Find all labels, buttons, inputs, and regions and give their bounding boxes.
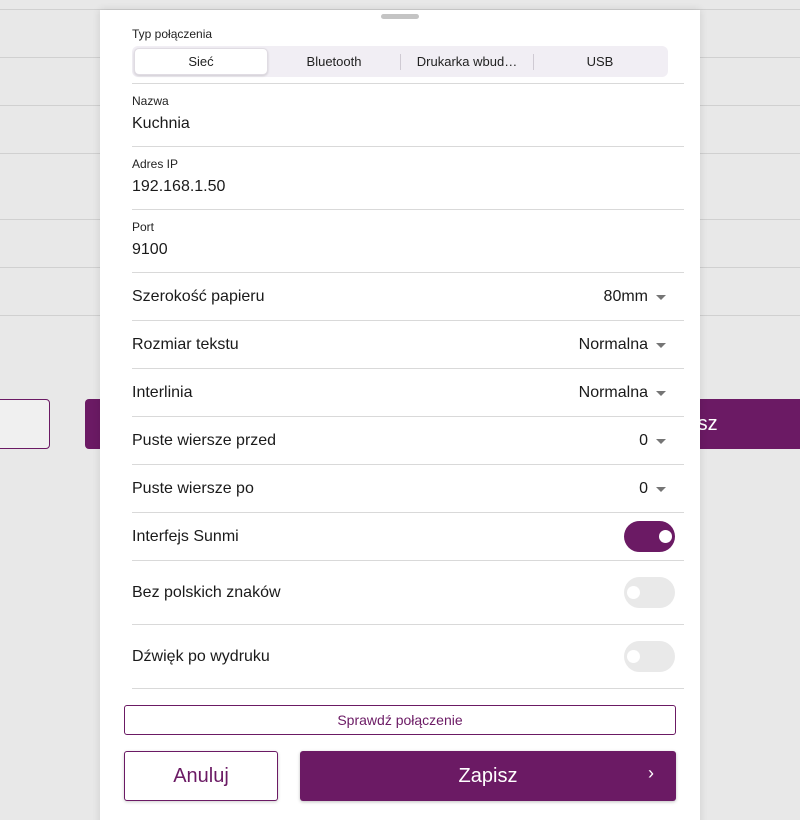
no-polish-chars-label: Bez polskich znaków: [132, 583, 281, 601]
printer-settings-sheet: Typ połączenia Sieć Bluetooth Drukarka w…: [100, 10, 700, 820]
print-sound-label: Dźwięk po wydruku: [132, 647, 270, 665]
paper-width-label: Szerokość papieru: [132, 287, 265, 305]
connection-type-segmented-control: Sieć Bluetooth Drukarka wbud… USB: [132, 46, 668, 77]
blank-lines-before-value-group: 0: [639, 432, 666, 450]
no-polish-chars-row: Bez polskich znaków: [132, 561, 684, 625]
tab-builtin-printer[interactable]: Drukarka wbud…: [401, 48, 533, 75]
line-spacing-select[interactable]: Interlinia Normalna: [132, 369, 684, 417]
blank-lines-before-select[interactable]: Puste wiersze przed 0: [132, 417, 684, 465]
chevron-down-icon: [656, 439, 666, 444]
check-connection-button[interactable]: Sprawdź połączenie: [124, 705, 676, 735]
sunmi-interface-label: Interfejs Sunmi: [132, 527, 239, 545]
chevron-down-icon: [656, 343, 666, 348]
paper-width-select[interactable]: Szerokość papieru 80mm: [132, 273, 684, 321]
connection-type-label: Typ połączenia: [132, 27, 213, 41]
chevron-down-icon: [656, 295, 666, 300]
blank-lines-after-select[interactable]: Puste wiersze po 0: [132, 465, 684, 513]
port-field-value: 9100: [132, 241, 168, 258]
cancel-button[interactable]: Anuluj: [124, 751, 278, 801]
chevron-down-icon: [656, 487, 666, 492]
name-field[interactable]: Nazwa Kuchnia: [132, 84, 684, 147]
name-field-value: Kuchnia: [132, 115, 190, 132]
print-sound-toggle[interactable]: [624, 641, 675, 672]
background-outline-button: [0, 399, 50, 449]
port-field-label: Port: [132, 220, 155, 234]
blank-lines-after-value-group: 0: [639, 480, 666, 498]
tab-bluetooth[interactable]: Bluetooth: [268, 48, 400, 75]
port-field[interactable]: Port 9100: [132, 210, 684, 273]
sheet-drag-handle[interactable]: [381, 14, 419, 19]
blank-lines-before-value: 0: [639, 431, 648, 449]
sunmi-interface-row: Interfejs Sunmi: [132, 513, 684, 561]
toggle-knob: [627, 586, 640, 599]
ip-address-field[interactable]: Adres IP 192.168.1.50: [132, 147, 684, 210]
text-size-select[interactable]: Rozmiar tekstu Normalna: [132, 321, 684, 369]
tab-usb[interactable]: USB: [534, 48, 666, 75]
paper-width-value: 80mm: [603, 287, 648, 305]
text-size-value: Normalna: [578, 335, 648, 353]
line-spacing-value: Normalna: [578, 383, 648, 401]
ip-address-field-label: Adres IP: [132, 157, 179, 171]
paper-width-value-group: 80mm: [604, 288, 666, 306]
toggle-knob: [627, 650, 640, 663]
chevron-down-icon: [656, 391, 666, 396]
text-size-label: Rozmiar tekstu: [132, 335, 239, 353]
ip-address-field-value: 192.168.1.50: [132, 178, 226, 195]
print-sound-row: Dźwięk po wydruku: [132, 625, 684, 689]
sunmi-interface-toggle[interactable]: [624, 521, 675, 552]
line-spacing-value-group: Normalna: [579, 384, 666, 402]
save-button[interactable]: Zapisz ›: [300, 751, 676, 801]
toggle-knob: [659, 530, 672, 543]
blank-lines-before-label: Puste wiersze przed: [132, 431, 277, 449]
tab-network[interactable]: Sieć: [134, 48, 268, 75]
save-button-label: Zapisz: [458, 764, 518, 787]
chevron-right-icon: ›: [648, 763, 654, 783]
text-size-value-group: Normalna: [579, 336, 666, 354]
no-polish-chars-toggle[interactable]: [624, 577, 675, 608]
line-spacing-label: Interlinia: [132, 383, 193, 401]
name-field-label: Nazwa: [132, 94, 169, 108]
background-save-button: pisz: [690, 399, 800, 449]
blank-lines-after-label: Puste wiersze po: [132, 479, 254, 497]
blank-lines-after-value: 0: [639, 479, 648, 497]
